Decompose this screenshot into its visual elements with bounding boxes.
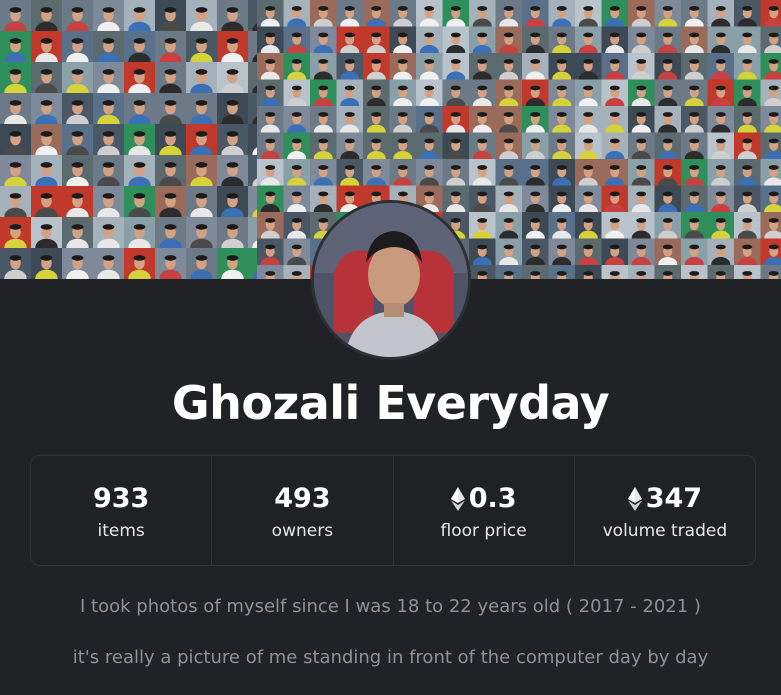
stat-value: 347 [627,481,703,517]
stat-volume-traded[interactable]: 347 volume traded [575,456,755,565]
stat-floor-price[interactable]: 0.3 floor price [394,456,575,565]
stat-label: owners [271,520,334,541]
stat-label: floor price [440,520,527,541]
stats-bar: 933 items 493 owners 0.3 floor price 347 [30,455,756,566]
stat-value: 933 [93,481,149,517]
stat-value: 0.3 [450,481,517,517]
stat-value: 493 [274,481,330,517]
ethereum-icon [450,486,465,511]
collection-description-line-1: I took photos of myself since I was 18 t… [80,596,701,617]
stat-number: 347 [645,483,703,514]
avatar-photo [314,203,468,357]
collection-title: Ghozali Everyday [171,376,610,430]
stat-items[interactable]: 933 items [31,456,213,565]
ethereum-icon [627,486,642,511]
stat-number: 493 [274,483,331,514]
collection-description-line-2: it's really a picture of me standing in … [72,647,709,668]
stat-owners[interactable]: 493 owners [212,456,394,565]
stat-number: 0.3 [468,483,517,514]
stat-label: items [97,520,145,541]
stat-label: volume traded [602,520,728,541]
stat-number: 933 [92,483,150,514]
collection-avatar[interactable] [311,200,471,360]
